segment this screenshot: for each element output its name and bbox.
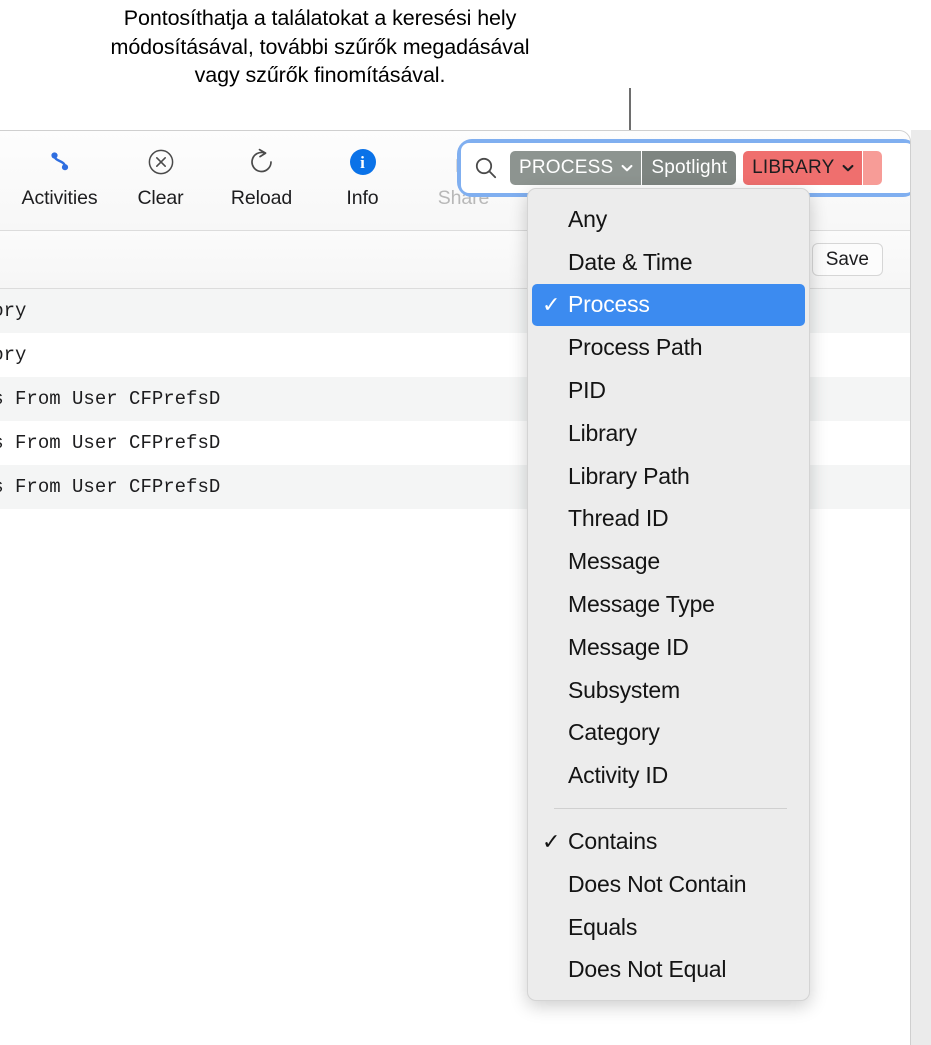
menu-item-library-path[interactable]: Library Path: [528, 455, 809, 498]
toolbar-label-activities: Activities: [21, 187, 98, 209]
log-message: eferences From User CFPrefsD: [0, 388, 221, 410]
info-circle-icon: i: [349, 145, 376, 179]
menu-item-message-type[interactable]: Message Type: [528, 583, 809, 626]
menu-item-thread-id[interactable]: Thread ID: [528, 498, 809, 541]
toolbar-button-reload[interactable]: Reload: [211, 145, 312, 210]
menu-item-label: Does Not Contain: [568, 870, 747, 897]
toolbar-label-info: Info: [346, 187, 379, 209]
toolbar-button-activities[interactable]: Activities: [9, 145, 110, 210]
chevron-down-icon: [620, 161, 634, 175]
search-token-library-value[interactable]: [862, 151, 883, 185]
save-button[interactable]: Save: [811, 243, 883, 276]
menu-item-label: Message ID: [568, 633, 689, 660]
menu-item-label: Date & Time: [568, 248, 693, 275]
log-message: angeHistory: [0, 344, 27, 366]
menu-item-label: Process Path: [568, 334, 703, 361]
callout-text: Pontosíthatja a találatokat a keresési h…: [0, 4, 640, 90]
menu-item-label: Subsystem: [568, 676, 680, 703]
log-message: eferences From User CFPrefsD: [0, 432, 221, 454]
check-icon: ✓: [542, 828, 561, 854]
menu-item-label: Equals: [568, 913, 638, 940]
menu-item-label: PID: [568, 377, 606, 404]
menu-item-contains[interactable]: ✓ Contains: [528, 820, 809, 863]
callout-line-2: módosításával, további szűrők megadásáva…: [110, 34, 530, 59]
check-icon: ✓: [542, 291, 561, 317]
menu-item-label: Activity ID: [568, 762, 669, 789]
chevron-down-icon: [841, 161, 855, 175]
search-token-process-category[interactable]: PROCESS: [510, 151, 642, 185]
menu-item-label: Contains: [568, 828, 658, 855]
menu-item-label: Library Path: [568, 462, 690, 489]
menu-item-process[interactable]: ✓ Process: [532, 283, 805, 327]
menu-item-label: Category: [568, 719, 660, 746]
search-field[interactable]: PROCESS Spotlight LIBRARY: [461, 143, 910, 193]
menu-item-date-time[interactable]: Date & Time: [528, 241, 809, 284]
info-glyph: i: [349, 149, 376, 175]
toolbar-label-clear: Clear: [137, 187, 184, 209]
toolbar-button-clear[interactable]: Clear: [110, 145, 211, 210]
menu-item-message[interactable]: Message: [528, 540, 809, 583]
screenshot-root: Pontosíthatja a találatokat a keresési h…: [0, 0, 931, 1045]
menu-item-label: Any: [568, 205, 608, 232]
search-field-dropdown-menu[interactable]: Any Date & Time ✓ Process Process Path P…: [527, 188, 810, 1002]
menu-item-subsystem[interactable]: Subsystem: [528, 669, 809, 712]
toolbar-items: Activities Clear Reload i Info Share: [9, 145, 514, 210]
menu-item-category[interactable]: Category: [528, 712, 809, 755]
menu-item-equals[interactable]: Equals: [528, 906, 809, 949]
clear-circle-x-icon: [146, 145, 176, 179]
callout-line-3: vagy szűrők finomításával.: [194, 63, 446, 87]
menu-item-pid[interactable]: PID: [528, 369, 809, 412]
menu-item-library[interactable]: Library: [528, 412, 809, 455]
log-message: angeHistory: [0, 300, 27, 322]
toolbar-label-reload: Reload: [230, 187, 293, 209]
menu-item-label: Does Not Equal: [568, 956, 727, 983]
menu-item-message-id[interactable]: Message ID: [528, 626, 809, 669]
search-token-process-value[interactable]: Spotlight: [641, 151, 737, 185]
log-message: eferences From User CFPrefsD: [0, 476, 221, 498]
menu-item-activity-id[interactable]: Activity ID: [528, 754, 809, 797]
search-icon: [473, 155, 499, 181]
search-token-library-category[interactable]: LIBRARY: [743, 151, 863, 185]
callout-line-1: Pontosíthatja a találatokat a keresési h…: [123, 6, 517, 30]
toolbar-button-info[interactable]: i Info: [312, 145, 413, 210]
activities-icon: [45, 145, 75, 179]
menu-item-does-not-contain[interactable]: Does Not Contain: [528, 863, 809, 906]
menu-item-label: Library: [568, 419, 637, 446]
menu-item-label: Process: [568, 291, 650, 318]
menu-item-label: Message Type: [568, 591, 715, 618]
menu-item-label: Thread ID: [568, 505, 669, 532]
menu-separator: [554, 808, 787, 810]
page-background: [911, 130, 931, 1045]
menu-item-any[interactable]: Any: [528, 198, 809, 241]
menu-item-process-path[interactable]: Process Path: [528, 326, 809, 369]
menu-item-does-not-equal[interactable]: Does Not Equal: [528, 949, 809, 992]
search-token-process-label: PROCESS: [519, 157, 614, 178]
search-field-focus-ring: PROCESS Spotlight LIBRARY: [461, 143, 910, 193]
search-token-library-label: LIBRARY: [752, 157, 835, 178]
reload-icon: [247, 145, 277, 179]
menu-item-label: Message: [568, 548, 660, 575]
